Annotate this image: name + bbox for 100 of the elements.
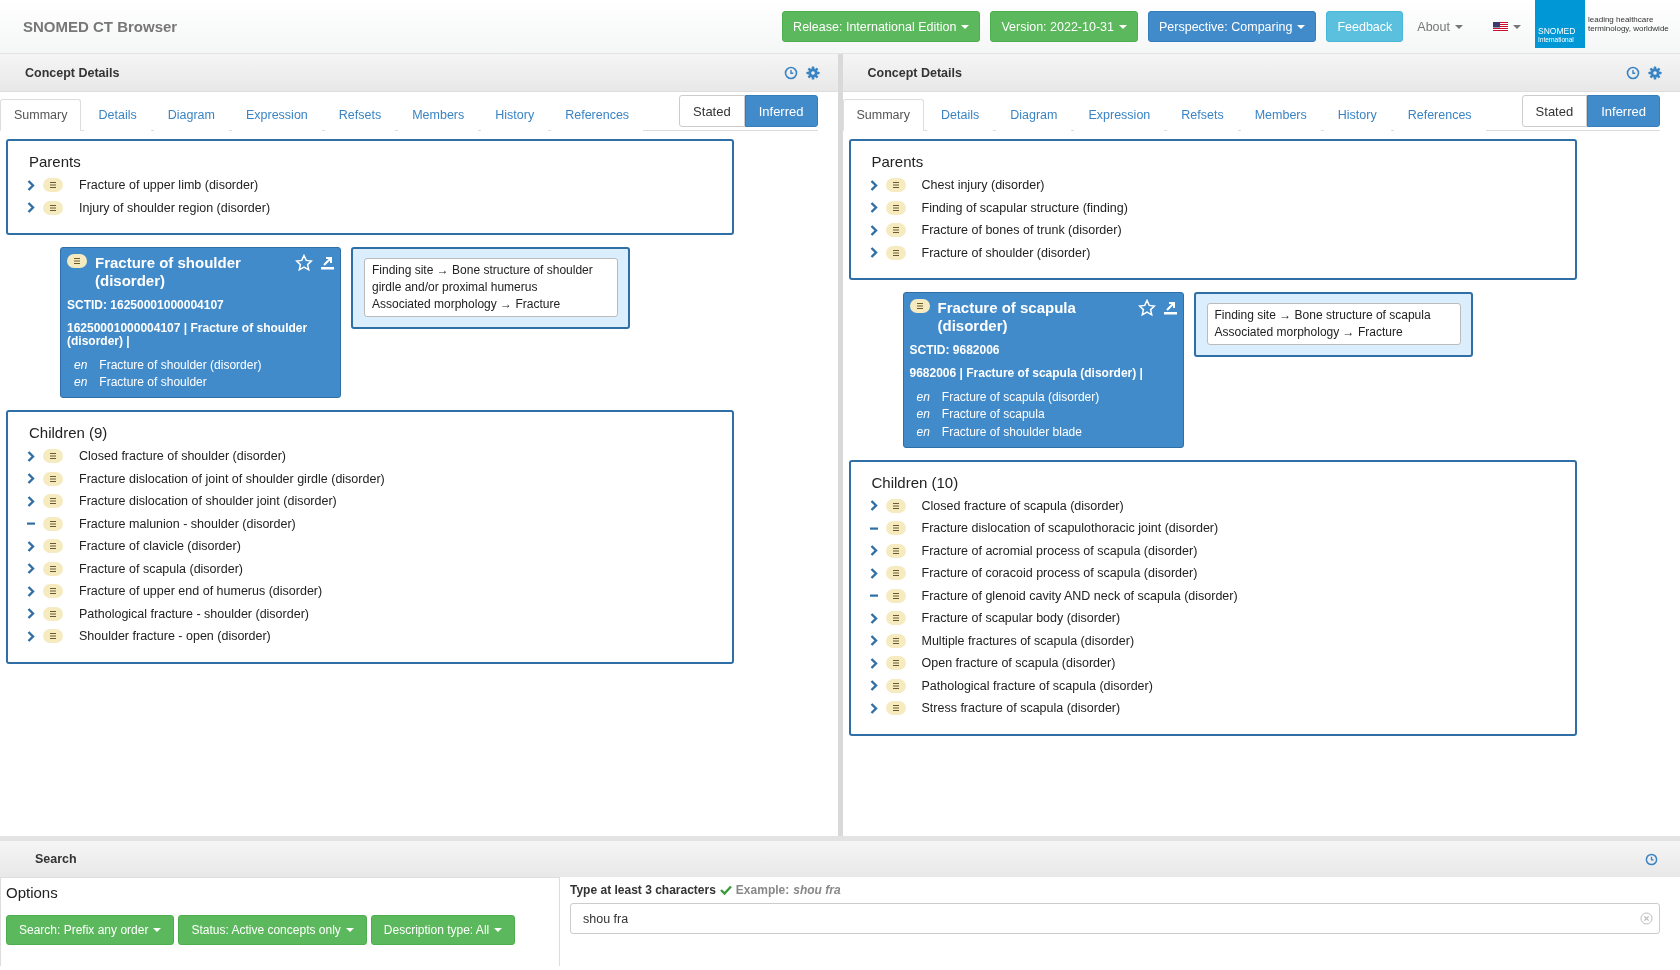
box-title: Children (10) (871, 473, 960, 491)
chevron-right-icon[interactable] (27, 473, 35, 485)
language-code: en (916, 407, 930, 422)
chevron-right-icon[interactable] (869, 202, 878, 214)
concept-link[interactable]: Stress fracture of scapula (disorder) (921, 701, 1121, 716)
view-toggle-button[interactable]: Stated (679, 95, 745, 127)
description-term: Fracture of scapula (disorder) (941, 389, 1100, 404)
chevron-right-icon[interactable] (27, 179, 35, 191)
view-toggle-button[interactable]: Stated (1521, 95, 1588, 127)
box-title: Children (9) (29, 424, 109, 441)
concept-link[interactable]: Fracture of scapular body (disorder) (921, 611, 1121, 626)
lines-badge-icon (885, 633, 906, 648)
description-term: Fracture of shoulder blade (941, 424, 1082, 439)
concept-title: Fracture of scapula (disorder) (937, 299, 1077, 335)
chevron-right-icon[interactable] (869, 500, 878, 512)
chevron-right-icon[interactable] (27, 608, 35, 620)
concept-link[interactable]: Fracture of bones of trunk (disorder) (921, 223, 1122, 238)
lines-badge-icon (885, 678, 906, 693)
chevron-right-icon[interactable] (27, 585, 35, 597)
panel-title: Concept Details (867, 65, 963, 80)
language-code: en (916, 424, 930, 439)
caret-icon (494, 928, 503, 932)
concept-link[interactable]: Fracture of acromial process of scapula (disorder) (921, 543, 1198, 558)
example-label: Example: (735, 883, 790, 897)
concept-link[interactable]: Pathological fracture - shoulder (disorder) (79, 606, 309, 621)
tab[interactable]: Summary (0, 99, 82, 131)
chevron-right-icon[interactable] (27, 202, 35, 214)
concept-link[interactable]: Fracture dislocation of shoulder joint (disorder) (79, 494, 337, 509)
clock-icon[interactable] (783, 65, 798, 80)
concept-link[interactable]: Fracture of coracoid process of scapula (disorder) (921, 566, 1198, 581)
star-icon[interactable] (295, 254, 313, 272)
chevron-right-icon[interactable] (869, 612, 878, 624)
chevron-right-icon[interactable] (869, 247, 878, 259)
lines-badge-icon (885, 566, 906, 581)
caret-icon (153, 928, 162, 932)
chevron-right-icon[interactable] (869, 702, 878, 714)
check-icon (719, 885, 732, 895)
flag-icon (1493, 21, 1508, 32)
clock-icon[interactable] (1626, 65, 1640, 80)
search-field[interactable]: shou fra (570, 903, 1660, 934)
concept-link[interactable]: Fracture dislocation of scapulothoracic joint (disorder) (921, 521, 1219, 536)
chevron-right-icon[interactable] (27, 540, 35, 552)
chevron-right-icon[interactable] (27, 495, 35, 507)
lines-badge-icon (43, 629, 63, 644)
lines-badge-icon (885, 588, 906, 603)
lines-badge-icon (43, 516, 63, 531)
concept-link[interactable]: Closed fracture of scapula (disorder) (921, 498, 1124, 513)
about-menu[interactable]: About (1417, 19, 1463, 34)
lines-badge-icon (885, 656, 906, 671)
concept-link[interactable]: Multiple fractures of scapula (disorder) (921, 633, 1135, 648)
concept-link[interactable]: Fracture malunion - shoulder (disorder) (79, 516, 296, 531)
concept-link[interactable]: Chest injury (disorder) (921, 178, 1045, 193)
lines-badge-icon (67, 254, 87, 268)
language-menu[interactable] (1493, 21, 1521, 32)
lines-badge-icon (885, 611, 906, 626)
lines-badge-icon (909, 299, 930, 313)
chevron-right-icon[interactable] (869, 680, 878, 692)
chevron-right-icon[interactable] (869, 224, 878, 236)
concept-link[interactable]: Fracture of scapula (disorder) (79, 561, 243, 576)
view-toggle-button[interactable]: Inferred (1587, 95, 1660, 127)
export-icon[interactable] (321, 256, 334, 270)
caret-icon (1513, 24, 1521, 29)
concept-link[interactable]: Shoulder fracture - open (disorder) (79, 629, 271, 644)
lines-badge-icon (43, 606, 63, 621)
lines-badge-icon (43, 471, 63, 486)
concept-link[interactable]: Fracture of glenoid cavity AND neck of scapula (disorder) (921, 588, 1238, 603)
menu-button[interactable]: Perspective: Comparing (1148, 11, 1317, 42)
chevron-right-icon[interactable] (869, 545, 878, 557)
panel-title: Concept Details (25, 65, 121, 80)
settings-icon[interactable] (805, 65, 820, 80)
lines-badge-icon (885, 701, 906, 716)
chevron-right-icon[interactable] (27, 563, 35, 575)
clock-icon[interactable] (1645, 852, 1658, 866)
concept-link[interactable]: Fracture of clavicle (disorder) (79, 539, 241, 554)
chevron-right-icon[interactable] (869, 635, 878, 647)
tab[interactable]: Summary (842, 99, 924, 131)
concept-link[interactable]: Fracture dislocation of joint of shoulder girdle (disorder) (79, 471, 385, 486)
caret-icon (1455, 24, 1463, 29)
export-icon[interactable] (1163, 301, 1177, 315)
caret-icon (1119, 24, 1127, 29)
concept-link[interactable]: Closed fracture of shoulder (disorder) (79, 449, 287, 464)
lines-badge-icon (43, 494, 63, 509)
concept-link[interactable]: Fracture of shoulder (disorder) (921, 245, 1091, 260)
concept-link[interactable]: Fracture of upper end of humerus (disorder) (79, 584, 323, 599)
caret-icon (345, 928, 354, 932)
chevron-right-icon[interactable] (869, 179, 878, 191)
concept-link[interactable]: Fracture of upper limb (disorder) (79, 178, 259, 193)
concept-expression: 9682006 | Fracture of scapula (disorder) | (909, 367, 1144, 380)
chevron-right-icon[interactable] (27, 450, 35, 462)
concept-link[interactable]: Pathological fracture of scapula (disorder) (921, 678, 1153, 693)
chevron-right-icon[interactable] (27, 630, 35, 642)
chevron-right-icon[interactable] (869, 657, 878, 669)
concept-link[interactable]: Open fracture of scapula (disorder) (921, 656, 1116, 671)
caret-icon (961, 24, 970, 29)
concept-link[interactable]: Injury of shoulder region (disorder) (79, 200, 271, 215)
concept-link[interactable]: Finding of scapular structure (finding) (921, 200, 1128, 215)
view-toggle-button[interactable]: Inferred (744, 95, 818, 127)
chevron-right-icon[interactable] (869, 567, 878, 579)
star-icon[interactable] (1137, 299, 1156, 317)
settings-icon[interactable] (1648, 65, 1662, 80)
